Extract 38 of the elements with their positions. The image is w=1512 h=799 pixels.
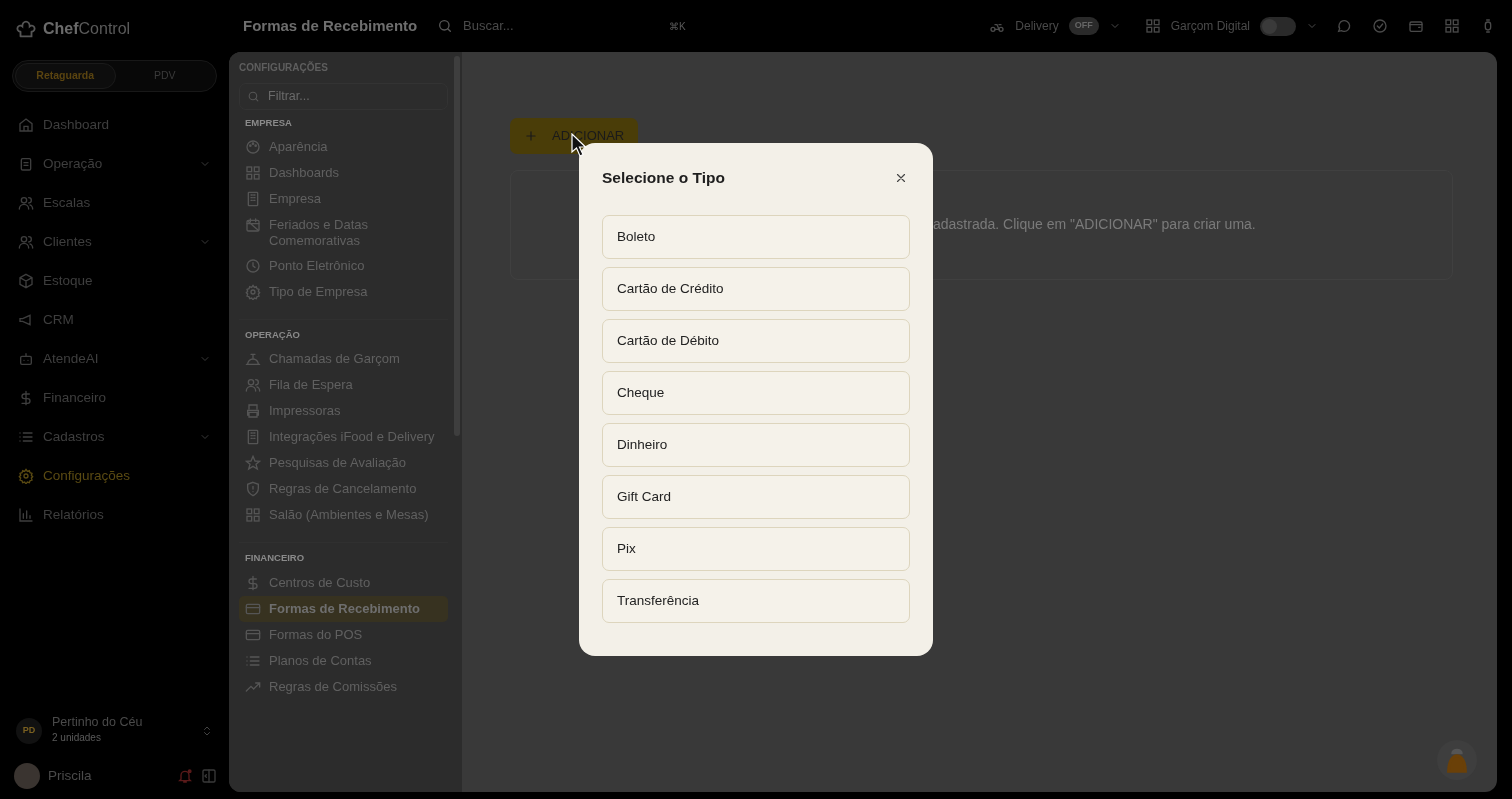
- user-name: Priscila: [48, 766, 93, 785]
- shortcut-hint: ⌘K: [669, 19, 686, 34]
- nav-item[interactable]: AtendeAI: [12, 339, 217, 379]
- nav-item[interactable]: Configurações: [12, 456, 217, 496]
- nav-item[interactable]: CRM: [12, 300, 217, 340]
- nav-item[interactable]: Dashboard: [12, 105, 217, 145]
- page-title: Formas de Recebimento: [243, 15, 419, 36]
- nav-item[interactable]: Relatórios: [12, 495, 217, 535]
- type-option[interactable]: Transferência: [602, 579, 910, 624]
- section-heading: OPERAÇÃO: [245, 328, 301, 343]
- status-badge: OFF: [1068, 17, 1099, 35]
- type-option[interactable]: Dinheiro: [602, 423, 910, 468]
- section-heading: FINANCEIRO: [245, 551, 306, 566]
- type-option[interactable]: Cartão de Débito: [602, 319, 910, 364]
- type-option[interactable]: Boleto: [602, 215, 910, 260]
- nav-item[interactable]: Cadastros: [12, 417, 217, 457]
- section-heading: EMPRESA: [245, 115, 293, 130]
- app-logo: ChefControl: [43, 19, 131, 39]
- waiter-label: Garçom Digital: [1170, 18, 1250, 35]
- delivery-label: Delivery: [1015, 18, 1059, 35]
- unit-count: 2 unidades: [52, 731, 102, 745]
- nav-item[interactable]: Financeiro: [12, 378, 217, 418]
- filter-field[interactable]: Filtrar...: [239, 83, 448, 110]
- type-option[interactable]: Cheque: [602, 371, 910, 416]
- type-option[interactable]: Gift Card: [602, 475, 910, 520]
- settings-item[interactable]: Formas de Recebimento: [239, 595, 448, 622]
- empty-message: adastrada. Clique em "ADICIONAR" para criar uma.: [933, 215, 1256, 234]
- nav-item[interactable]: Estoque: [12, 261, 217, 301]
- company-avatar: PD: [16, 717, 42, 744]
- dialog-title: Selecione o Tipo: [602, 168, 725, 188]
- nav-item[interactable]: Escalas: [12, 183, 217, 223]
- company-name: Pertinho do Céu: [52, 716, 144, 730]
- type-option[interactable]: Cartão de Crédito: [602, 267, 910, 312]
- nav-item[interactable]: Clientes: [12, 222, 217, 262]
- nav-item[interactable]: Operação: [12, 144, 217, 184]
- mode-tab[interactable]: Retaguarda: [15, 63, 116, 89]
- search-field[interactable]: Buscar...: [461, 15, 661, 37]
- type-option[interactable]: Pix: [602, 527, 910, 572]
